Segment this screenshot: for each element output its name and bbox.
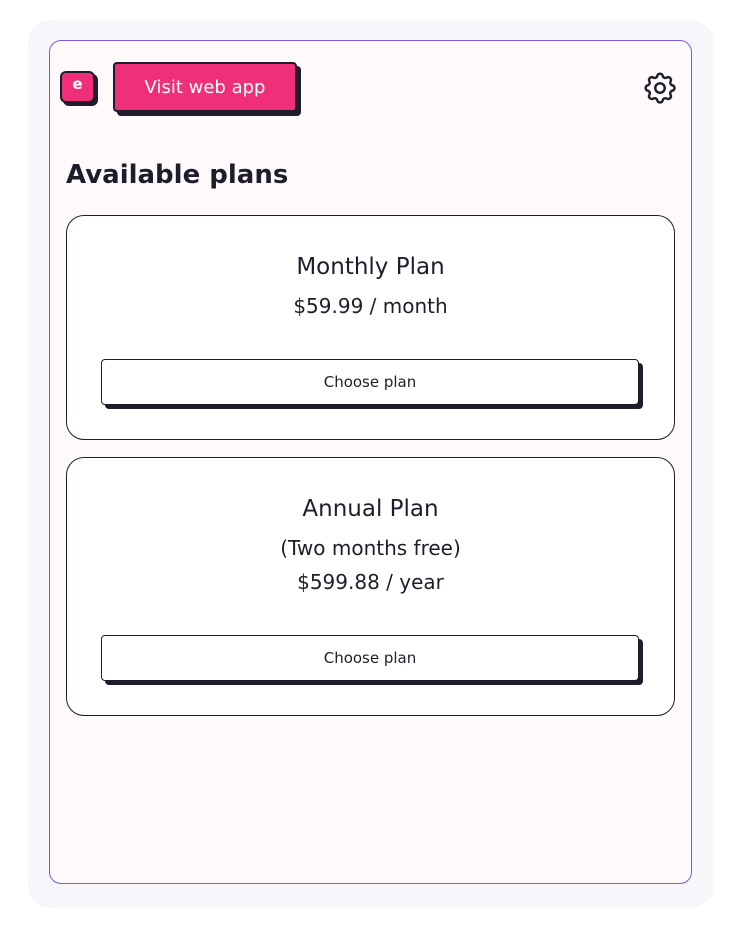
gear-icon[interactable] <box>641 69 679 107</box>
logo-letter: e <box>72 74 83 93</box>
choose-plan-button-annual[interactable]: Choose plan <box>101 635 639 681</box>
choose-plan-label: Choose plan <box>323 649 417 667</box>
page-title: Available plans <box>66 160 289 190</box>
choose-plan-button-monthly[interactable]: Choose plan <box>101 359 639 405</box>
plan-card-monthly: Monthly Plan $59.99 / month Choose plan <box>66 215 675 440</box>
app-logo: e <box>60 71 95 103</box>
plan-price: $59.99 / month <box>293 294 448 318</box>
choose-plan-label: Choose plan <box>323 373 417 391</box>
plan-price: $599.88 / year <box>297 570 444 594</box>
plan-name: Annual Plan <box>302 496 439 522</box>
plan-note: (Two months free) <box>280 536 461 560</box>
plan-name: Monthly Plan <box>296 254 445 280</box>
plan-card-annual: Annual Plan (Two months free) $599.88 / … <box>66 457 675 716</box>
visit-web-app-label: Visit web app <box>144 76 266 98</box>
visit-web-app-button[interactable]: Visit web app <box>113 62 297 112</box>
